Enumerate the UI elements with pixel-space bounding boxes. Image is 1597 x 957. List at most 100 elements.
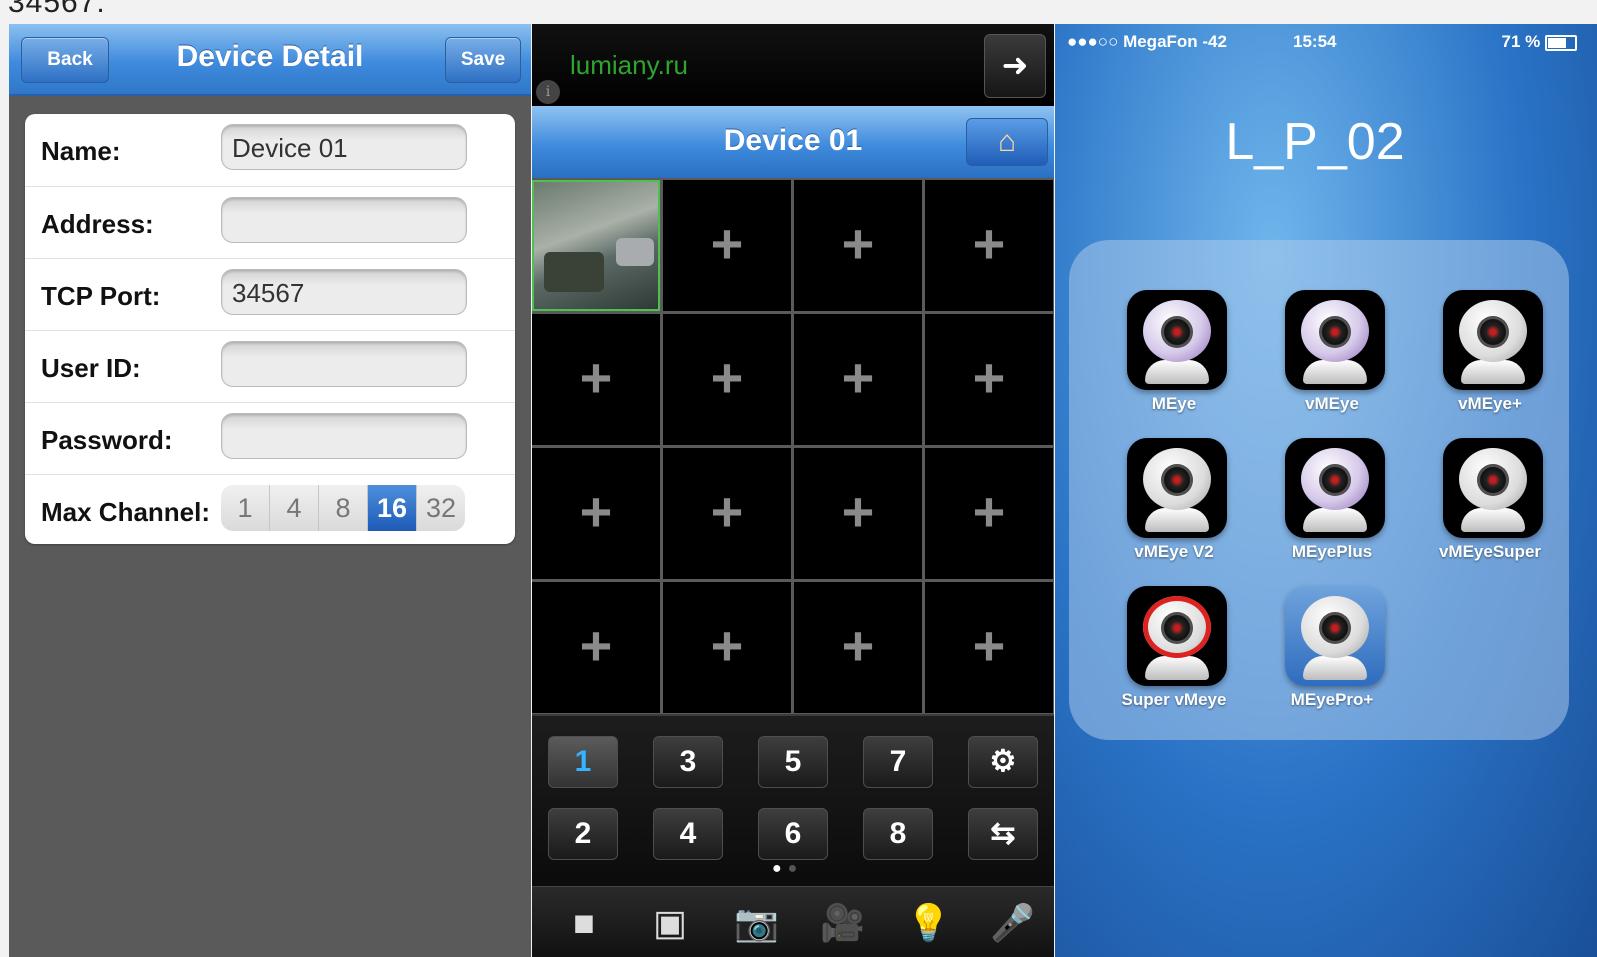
add-channel-cell[interactable]: + <box>532 582 660 713</box>
live-view-screen: lumiany.ru i ➜ Device 01 ⌂ + + + + + + + + + + + + +… <box>532 24 1054 957</box>
max-channel-label: Max Channel: <box>41 497 211 527</box>
tcp-port-row: TCP Port: 34567 <box>25 258 515 331</box>
app-vmeye-v2[interactable]: vMEye V2 <box>1099 424 1249 574</box>
add-channel-cell[interactable]: + <box>532 314 660 445</box>
camera-icon[interactable]: 📷 <box>734 901 779 945</box>
add-channel-cell[interactable]: + <box>794 180 922 311</box>
microphone-icon[interactable]: 🎤 <box>990 901 1035 945</box>
key-5[interactable]: 5 <box>758 736 828 788</box>
app-label: MEyePlus <box>1291 542 1373 561</box>
channel-option-32[interactable]: 32 <box>417 485 465 531</box>
carrier-signal: ●●●○○ MegaFon -42 <box>1067 32 1227 51</box>
password-row: Password: <box>25 402 515 475</box>
channel-video-feed[interactable] <box>532 180 660 311</box>
battery-status: 71 % <box>1502 32 1577 52</box>
password-label: Password: <box>41 425 173 455</box>
close-view-icon[interactable]: ▣ <box>648 901 692 945</box>
page-indicator: ●● <box>772 860 804 877</box>
light-icon[interactable]: 💡 <box>906 901 951 945</box>
site-label[interactable]: lumiany.ru <box>570 50 688 81</box>
key-3[interactable]: 3 <box>653 736 723 788</box>
add-channel-cell[interactable]: + <box>925 582 1053 713</box>
record-icon[interactable]: 🎥 <box>820 901 865 945</box>
app-meyeplus[interactable]: MEyePlus <box>1257 424 1407 574</box>
home-screen-folder: ●●●○○ MegaFon -42 15:54 71 % L_P_02 MEye… <box>1055 24 1597 957</box>
save-button[interactable]: Save <box>445 37 521 83</box>
webcam-icon <box>1285 438 1385 538</box>
device-title-bar: Device 01 ⌂ <box>532 106 1054 178</box>
add-channel-cell[interactable]: + <box>925 314 1053 445</box>
add-channel-cell[interactable]: + <box>663 448 791 579</box>
app-folder: MEye vMEye vMEye+ vMEye V2 MEyePlus vMEyeSupe… <box>1069 240 1569 740</box>
user-id-row: User ID: <box>25 330 515 403</box>
key-2[interactable]: 2 <box>548 808 618 860</box>
webcam-icon <box>1285 290 1385 390</box>
channel-option-4[interactable]: 4 <box>270 485 319 531</box>
webcam-icon <box>1127 290 1227 390</box>
key-6[interactable]: 6 <box>758 808 828 860</box>
add-channel-cell[interactable]: + <box>794 582 922 713</box>
app-vmeye-[interactable]: vMEye+ <box>1415 276 1565 426</box>
app-vmeye[interactable]: vMEye <box>1257 276 1407 426</box>
channel-keypad: 1 3 5 7 ⚙ 2 4 6 8 ⇆ ●● <box>532 714 1054 888</box>
tcp-port-field[interactable]: 34567 <box>221 269 467 315</box>
tcp-port-label: TCP Port: <box>41 281 161 311</box>
add-channel-cell[interactable]: + <box>532 448 660 579</box>
swap-icon[interactable]: ⇆ <box>968 808 1038 860</box>
battery-icon <box>1545 34 1577 51</box>
channel-option-16[interactable]: 16 <box>368 485 417 531</box>
device-detail-screen: Back Device Detail Save Name: Device 01 … <box>9 24 531 957</box>
address-field[interactable] <box>221 197 467 243</box>
app-label: vMEye V2 <box>1134 542 1214 561</box>
address-label: Address: <box>41 209 154 239</box>
app-vmeyesuper[interactable]: vMEyeSuper <box>1415 424 1565 574</box>
add-channel-cell[interactable]: + <box>663 180 791 311</box>
app-label: vMEye+ <box>1458 394 1522 413</box>
channel-option-1[interactable]: 1 <box>221 485 270 531</box>
password-field[interactable] <box>221 413 467 459</box>
key-8[interactable]: 8 <box>863 808 933 860</box>
add-channel-cell[interactable]: + <box>663 314 791 445</box>
gear-icon[interactable]: ⚙ <box>968 736 1038 788</box>
key-4[interactable]: 4 <box>653 808 723 860</box>
ad-banner: lumiany.ru i ➜ <box>532 24 1054 106</box>
add-channel-cell[interactable]: + <box>794 448 922 579</box>
app-label: vMEye <box>1305 394 1359 413</box>
webcam-icon <box>1443 290 1543 390</box>
add-channel-cell[interactable]: + <box>794 314 922 445</box>
stop-icon[interactable]: ■ <box>562 901 606 945</box>
max-channel-segmented-control: 1 4 8 16 32 <box>221 485 465 531</box>
cropped-caption-text: 34567. <box>8 0 106 19</box>
status-bar: ●●●○○ MegaFon -42 15:54 71 % <box>1067 32 1587 56</box>
user-id-field[interactable] <box>221 341 467 387</box>
key-7[interactable]: 7 <box>863 736 933 788</box>
app-super-vmeye[interactable]: Super vMeye <box>1099 572 1249 722</box>
battery-percent: 71 % <box>1501 32 1541 51</box>
arrow-right-icon[interactable]: ➜ <box>984 34 1046 98</box>
webcam-icon <box>1443 438 1543 538</box>
webcam-icon <box>1285 586 1385 686</box>
name-row: Name: Device 01 <box>25 114 515 186</box>
app-label: Super vMeye <box>1121 690 1227 709</box>
clock: 15:54 <box>1293 32 1337 51</box>
app-meyepro-[interactable]: MEyePro+ <box>1257 572 1407 722</box>
webcam-icon <box>1127 586 1227 686</box>
address-row: Address: <box>25 186 515 259</box>
channel-option-8[interactable]: 8 <box>319 485 368 531</box>
navigation-bar: Back Device Detail Save <box>9 24 531 96</box>
add-channel-cell[interactable]: + <box>663 582 791 713</box>
app-label: MEye <box>1151 394 1197 413</box>
add-channel-cell[interactable]: + <box>925 180 1053 311</box>
device-form: Name: Device 01 Address: TCP Port: 34567… <box>25 114 515 544</box>
user-id-label: User ID: <box>41 353 141 383</box>
app-meye[interactable]: MEye <box>1099 276 1249 426</box>
folder-title[interactable]: L_P_02 <box>1055 112 1575 172</box>
add-channel-cell[interactable]: + <box>925 448 1053 579</box>
name-label: Name: <box>41 136 121 166</box>
app-label: MEyePro+ <box>1290 690 1374 709</box>
info-icon[interactable]: i <box>536 80 560 104</box>
name-field[interactable]: Device 01 <box>221 124 467 170</box>
app-label: vMEyeSuper <box>1438 542 1542 561</box>
home-icon[interactable]: ⌂ <box>966 118 1048 166</box>
key-1[interactable]: 1 <box>548 736 618 788</box>
